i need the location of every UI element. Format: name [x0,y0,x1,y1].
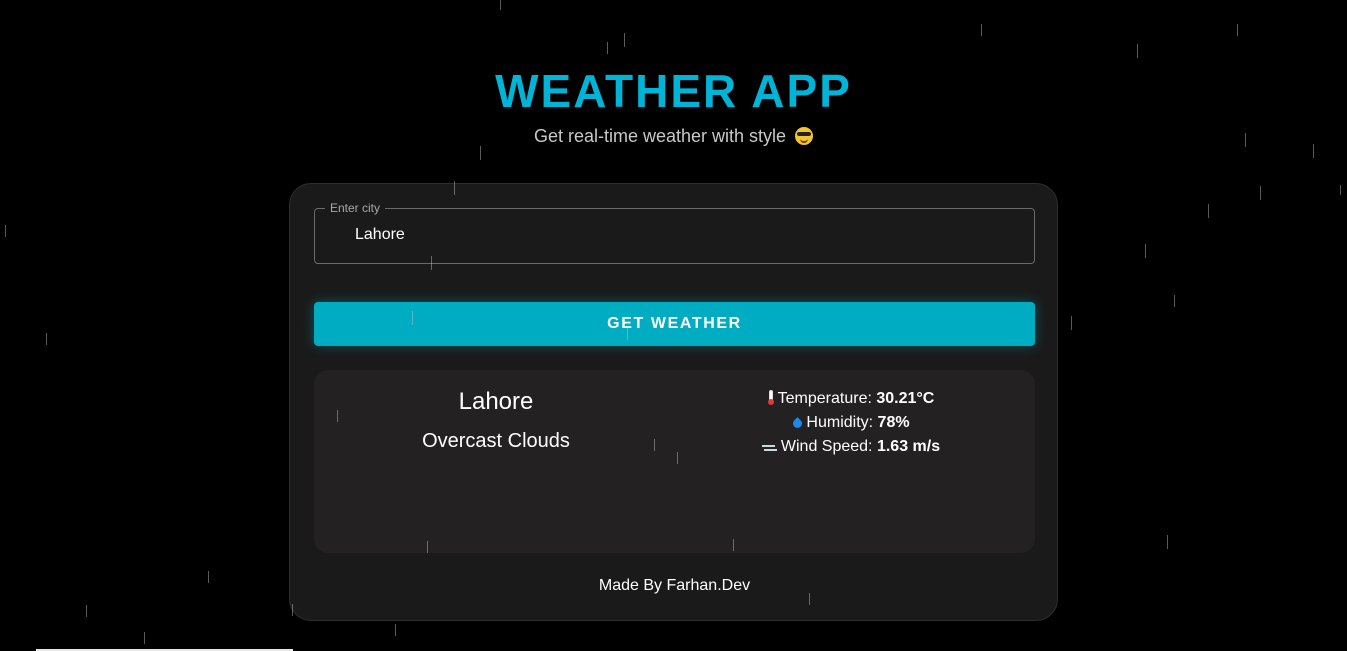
temperature-label: Temperature: [777,390,872,407]
temperature-value: 30.21°C [876,390,935,407]
rain-drop [1237,24,1238,36]
rain-drop [607,42,608,54]
rain-drop [46,333,47,345]
city-input[interactable] [355,226,955,244]
rain-drop [1137,44,1138,58]
app-title: WEATHER APP [495,65,852,117]
thermometer-icon [767,390,774,405]
rain-drop [144,632,145,644]
city-field[interactable]: Enter city [314,201,1035,264]
rain-drop [480,146,481,160]
rain-drop [624,33,625,47]
rain-drop [500,0,501,10]
rain-drop [1208,204,1209,218]
rain-drop [981,24,982,36]
weather-result-panel: Lahore Overcast Clouds Temperature: 30.2… [314,370,1035,553]
weather-card: Enter city GET WEATHER Lahore Overcast C… [289,183,1058,621]
sunglasses-emoji-icon [795,127,814,145]
rain-drop [1260,186,1261,200]
rain-drop [395,624,396,636]
rain-drop [86,605,87,617]
city-field-label: Enter city [325,201,386,215]
app-subtitle: Get real-time weather with style [0,126,1347,147]
rain-drop [1340,185,1341,195]
humidity-value: 78% [877,414,910,431]
weather-app-page: WEATHER APP Get real-time weather with s… [0,0,1347,651]
droplet-icon [792,416,802,429]
wind-icon [761,443,777,453]
wind-label: Wind Speed: [780,438,873,455]
wind-value: 1.63 m/s [876,438,941,455]
result-condition: Overcast Clouds [422,430,570,452]
rain-drop [5,225,6,237]
rain-drop [1071,316,1072,330]
rain-drop [208,571,209,583]
rain-drop [1167,535,1168,549]
subtitle-text: Get real-time weather with style [533,126,787,146]
humidity-label: Humidity: [806,414,874,431]
footer-credit: Made By Farhan.Dev [598,577,751,594]
get-weather-button[interactable]: GET WEATHER [314,302,1035,346]
wind-row: Wind Speed: 1.63 m/s [704,435,998,459]
humidity-row: Humidity: 78% [704,411,998,435]
weather-stats: Temperature: 30.21°C Humidity: 78% Wind … [704,387,998,459]
temperature-row: Temperature: 30.21°C [704,387,998,411]
rain-drop [1145,244,1146,258]
result-city-name: Lahore [458,388,534,415]
rain-drop [1174,295,1175,307]
